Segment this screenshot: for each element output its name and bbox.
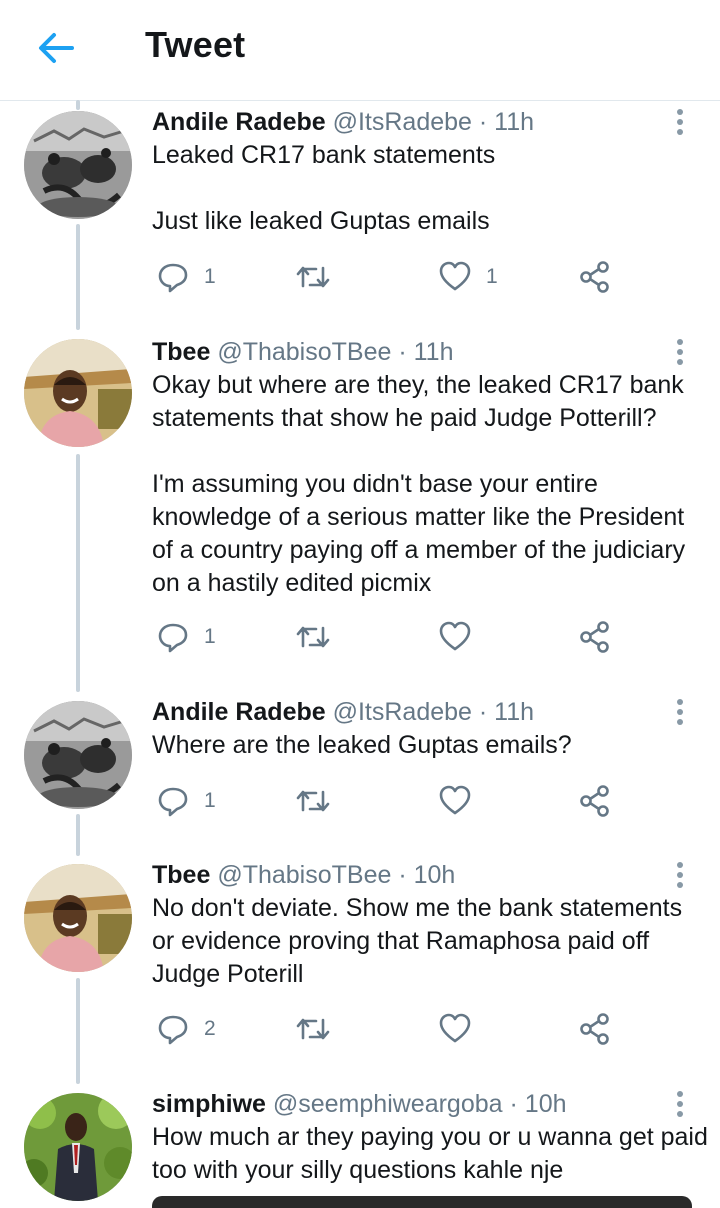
share-button[interactable] xyxy=(578,1009,612,1049)
author-handle[interactable]: @ThabisoTBee xyxy=(217,338,391,366)
tweet[interactable]: Tbee @ThabisoTBee · 10h No don't deviate… xyxy=(0,858,720,1068)
tweet-text: Leaked CR17 bank statements Just like le… xyxy=(152,141,496,235)
back-button[interactable] xyxy=(34,26,78,70)
avatar[interactable] xyxy=(24,111,132,219)
reply-count: 1 xyxy=(204,625,216,648)
tweet-time: · 11h xyxy=(478,698,535,726)
like-button[interactable] xyxy=(438,617,472,657)
tweet-text: How much ar they paying you or u wanna g… xyxy=(152,1123,715,1184)
like-button[interactable] xyxy=(438,781,472,821)
reply-count: 1 xyxy=(204,265,216,288)
retweet-button[interactable] xyxy=(296,257,330,297)
author-name[interactable]: Andile Radebe xyxy=(152,108,326,136)
heart-icon xyxy=(439,621,471,651)
avatar[interactable] xyxy=(24,864,132,972)
tweet-text: No don't deviate. Show me the bank state… xyxy=(152,894,690,988)
reply-icon xyxy=(158,623,188,653)
author-name[interactable]: Tbee xyxy=(152,338,210,366)
heart-icon xyxy=(439,785,471,815)
retweet-icon xyxy=(296,1018,330,1040)
tweet-actions: 1 xyxy=(152,617,632,657)
tweet[interactable]: Andile Radebe @ItsRadebe · 11h Leaked CR… xyxy=(0,105,720,305)
tweet-actions: 2 xyxy=(152,1009,632,1049)
reply-icon xyxy=(158,787,188,817)
tbee-avatar xyxy=(24,339,132,447)
tweet-header: Andile Radebe @ItsRadebe · 11h xyxy=(152,105,534,139)
more-options-button[interactable] xyxy=(668,109,692,139)
like-button[interactable]: 1 xyxy=(438,257,498,297)
tweet-text: Okay but where are they, the leaked CR17… xyxy=(152,371,686,597)
retweet-button[interactable] xyxy=(296,1009,330,1049)
retweet-icon xyxy=(296,266,330,288)
avatar[interactable] xyxy=(24,339,132,447)
share-button[interactable] xyxy=(578,257,612,297)
tweet-actions: 1 1 xyxy=(152,257,632,297)
more-options-button[interactable] xyxy=(668,339,692,369)
heart-icon xyxy=(439,261,471,291)
author-handle[interactable]: @seemphiweargoba xyxy=(273,1090,503,1118)
author-handle[interactable]: @ItsRadebe xyxy=(333,108,472,136)
top-bar: Tweet xyxy=(0,0,720,101)
author-name[interactable]: Andile Radebe xyxy=(152,698,326,726)
tweet[interactable]: simphiwe @seemphiweargoba · 10h How much… xyxy=(0,1087,720,1204)
avatar[interactable] xyxy=(24,701,132,809)
retweet-button[interactable] xyxy=(296,617,330,657)
avatar[interactable] xyxy=(24,1093,132,1201)
simphiwe-avatar xyxy=(24,1093,132,1201)
author-name[interactable]: simphiwe xyxy=(152,1090,266,1118)
share-icon xyxy=(580,785,609,817)
andile-radebe-avatar xyxy=(24,111,132,219)
reply-button[interactable]: 1 xyxy=(156,781,216,821)
tweet-time: · 10h xyxy=(509,1090,567,1118)
more-options-button[interactable] xyxy=(668,862,692,892)
tweet-text: Where are the leaked Guptas emails? xyxy=(152,731,572,759)
share-icon xyxy=(580,1013,609,1045)
reply-icon xyxy=(158,263,188,293)
share-button[interactable] xyxy=(578,617,612,657)
reply-button[interactable]: 1 xyxy=(156,257,216,297)
reply-button[interactable]: 1 xyxy=(156,617,216,657)
author-handle[interactable]: @ItsRadebe xyxy=(333,698,472,726)
author-handle[interactable]: @ThabisoTBee xyxy=(217,861,391,889)
tweet[interactable]: Tbee @ThabisoTBee · 11h Okay but where a… xyxy=(0,335,720,675)
tweet-header: simphiwe @seemphiweargoba · 10h xyxy=(152,1087,567,1121)
tbee-avatar xyxy=(24,864,132,972)
tweet-time: · 11h xyxy=(478,108,535,136)
like-count: 1 xyxy=(486,265,498,288)
retweet-button[interactable] xyxy=(296,781,330,821)
tweet[interactable]: Andile Radebe @ItsRadebe · 11h Where are… xyxy=(0,695,720,835)
heart-icon xyxy=(439,1013,471,1043)
media-preview-edge xyxy=(152,1196,692,1208)
page-title: Tweet xyxy=(145,24,246,65)
reply-button[interactable]: 2 xyxy=(156,1009,216,1049)
tweet-header: Tbee @ThabisoTBee · 11h xyxy=(152,335,453,369)
more-options-button[interactable] xyxy=(668,699,692,729)
tweet-header: Andile Radebe @ItsRadebe · 11h xyxy=(152,695,534,729)
tweet-time: · 10h xyxy=(398,861,456,889)
reply-icon xyxy=(158,1015,188,1045)
arrow-left-icon xyxy=(39,33,74,63)
share-icon xyxy=(580,261,609,293)
reply-count: 2 xyxy=(204,1017,216,1040)
reply-count: 1 xyxy=(204,789,216,812)
share-icon xyxy=(580,621,609,653)
share-button[interactable] xyxy=(578,781,612,821)
more-options-button[interactable] xyxy=(668,1091,692,1121)
like-button[interactable] xyxy=(438,1009,472,1049)
retweet-icon xyxy=(296,626,330,648)
retweet-icon xyxy=(296,790,330,812)
tweet-header: Tbee @ThabisoTBee · 10h xyxy=(152,858,455,892)
andile-radebe-avatar xyxy=(24,701,132,809)
tweet-actions: 1 xyxy=(152,781,632,821)
tweet-time: · 11h xyxy=(398,338,454,366)
author-name[interactable]: Tbee xyxy=(152,861,210,889)
